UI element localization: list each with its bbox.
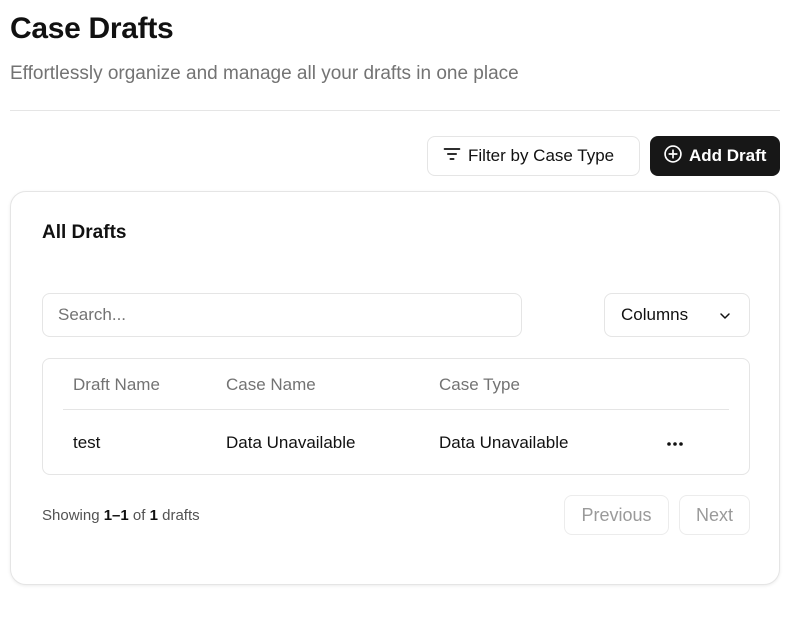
column-header-draft-name[interactable]: Draft Name: [73, 375, 160, 395]
card-title: All Drafts: [42, 222, 127, 243]
row-actions-button[interactable]: [663, 431, 687, 455]
cell-draft-name[interactable]: test: [73, 433, 100, 453]
drafts-table: Draft Name Case Name Case Type test Data…: [42, 358, 750, 475]
column-header-case-name[interactable]: Case Name: [226, 375, 316, 395]
page-title: Case Drafts: [10, 12, 174, 45]
all-drafts-card: All Drafts Columns Draft Name Case Name …: [10, 191, 780, 585]
pagination-range: 1–1: [103, 507, 129, 524]
columns-label: Columns: [621, 305, 689, 324]
column-header-case-type[interactable]: Case Type: [439, 375, 520, 395]
add-draft-label: Add Draft: [689, 146, 767, 165]
filter-lines-icon: [442, 144, 462, 169]
header-row-divider: [63, 409, 729, 410]
header-divider: [10, 110, 780, 111]
cell-case-type: Data Unavailable: [439, 433, 569, 452]
previous-page-button[interactable]: Previous: [564, 495, 669, 535]
filter-button-label: Filter by Case Type: [468, 146, 615, 165]
pagination-summary: Showing 1–1 of 1 drafts: [42, 507, 200, 524]
plus-circle-icon: [663, 144, 683, 169]
add-draft-button[interactable]: Add Draft: [650, 136, 780, 176]
search-input[interactable]: [42, 293, 522, 337]
cell-case-name: Data Unavailable: [226, 433, 356, 452]
next-page-button[interactable]: Next: [679, 495, 750, 535]
pagination-total: 1: [149, 507, 158, 524]
more-horizontal-icon: [666, 434, 684, 452]
page-subtitle: Effortlessly organize and manage all you…: [10, 63, 519, 84]
columns-dropdown[interactable]: Columns: [604, 293, 750, 337]
filter-by-case-type-button[interactable]: Filter by Case Type: [427, 136, 640, 176]
chevron-down-icon: [717, 308, 733, 329]
